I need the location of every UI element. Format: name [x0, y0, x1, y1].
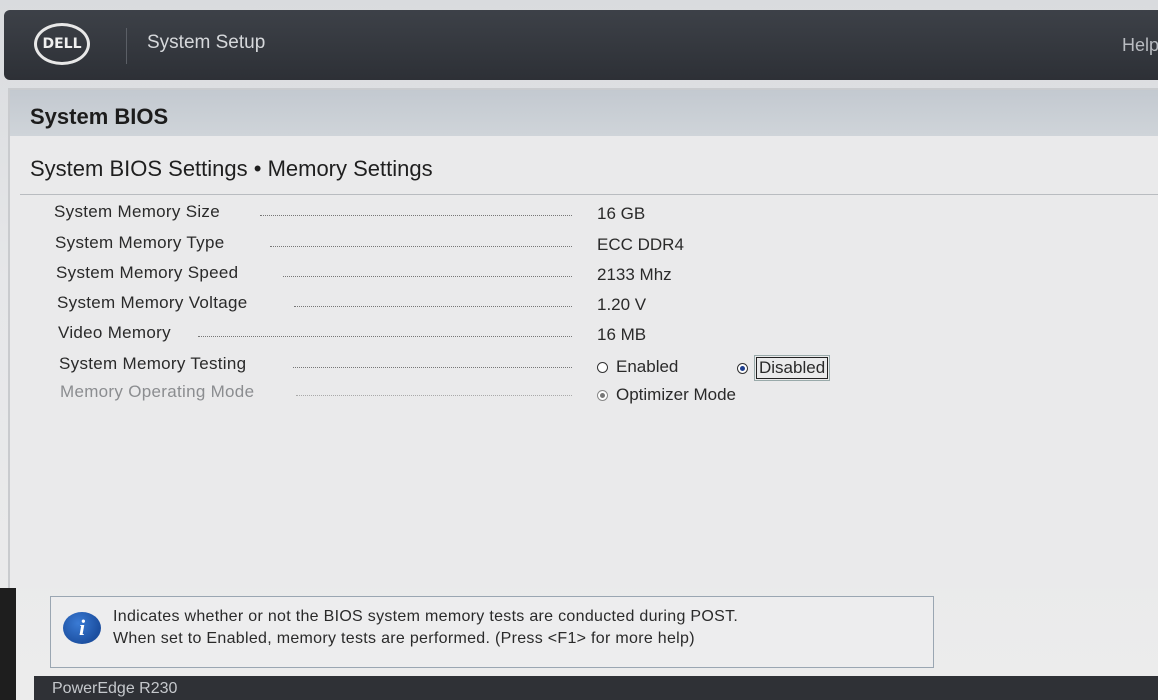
dotted-leader [283, 276, 572, 277]
screen-bezel-edge [0, 588, 16, 700]
setting-value: 2133 Mhz [597, 265, 672, 284]
setting-row-memory-testing: System Memory Testing Enabled Disabled [10, 354, 1110, 381]
help-link[interactable]: Help [1122, 35, 1158, 56]
setting-row-memory-operating-mode: Memory Operating Mode Optimizer Mode [10, 382, 1110, 406]
help-text: Indicates whether or not the BIOS system… [113, 606, 738, 650]
help-line-2: When set to Enabled, memory tests are pe… [113, 630, 695, 647]
radio-label: Enabled [616, 357, 679, 376]
setting-label: System Memory Speed [56, 263, 239, 282]
header-divider [126, 28, 127, 64]
setting-value: 1.20 V [597, 295, 647, 314]
footer-bar: PowerEdge R230 [34, 676, 1158, 700]
top-header-bar: DELL System Setup Help [4, 10, 1158, 80]
radio-label-focused: Disabled [753, 355, 831, 381]
setting-row-memory-voltage: System Memory Voltage 1.20 V [10, 293, 1110, 317]
setting-row-memory-speed: System Memory Speed 2133 Mhz [10, 263, 1110, 287]
setting-value: 16 MB [597, 325, 647, 344]
setting-row-video-memory: Video Memory 16 MB [10, 323, 1110, 347]
radio-optimizer-mode: Optimizer Mode [597, 385, 736, 405]
app-title: System Setup [147, 32, 266, 53]
server-model: PowerEdge R230 [52, 680, 178, 697]
help-line-1: Indicates whether or not the BIOS system… [113, 608, 739, 625]
dotted-leader [294, 306, 572, 307]
dotted-leader [260, 215, 572, 216]
setting-row-memory-size: System Memory Size 16 GB [10, 202, 1110, 226]
dotted-leader [293, 367, 572, 368]
setting-label: Memory Operating Mode [60, 382, 255, 401]
radio-checked-icon[interactable] [737, 362, 748, 374]
dotted-leader [198, 336, 572, 337]
radio-enabled[interactable]: Enabled [597, 357, 678, 377]
settings-list: System Memory Size 16 GB System Memory T… [10, 90, 1158, 588]
bios-screen: DELL System Setup Help System BIOS Syste… [0, 0, 1158, 700]
setting-label: System Memory Voltage [57, 293, 248, 312]
help-description-box: i Indicates whether or not the BIOS syst… [50, 596, 934, 668]
logo-text: DELL [42, 36, 82, 52]
setting-label: System Memory Testing [59, 354, 247, 373]
radio-label: Optimizer Mode [616, 385, 736, 404]
radio-unchecked-icon[interactable] [597, 361, 608, 373]
setting-value: 16 GB [597, 204, 646, 223]
radio-checked-icon [597, 389, 608, 401]
setting-label: System Memory Size [54, 202, 220, 221]
dell-logo-icon: DELL [34, 23, 90, 65]
main-panel: System BIOS System BIOS Settings • Memor… [8, 88, 1158, 588]
setting-label: System Memory Type [55, 233, 225, 252]
radio-disabled[interactable]: Disabled [737, 355, 831, 381]
info-icon: i [63, 612, 101, 644]
dotted-leader [296, 395, 572, 396]
setting-row-memory-type: System Memory Type ECC DDR4 [10, 233, 1110, 257]
setting-label: Video Memory [58, 323, 171, 342]
dotted-leader [270, 246, 572, 247]
setting-value: ECC DDR4 [597, 235, 684, 254]
